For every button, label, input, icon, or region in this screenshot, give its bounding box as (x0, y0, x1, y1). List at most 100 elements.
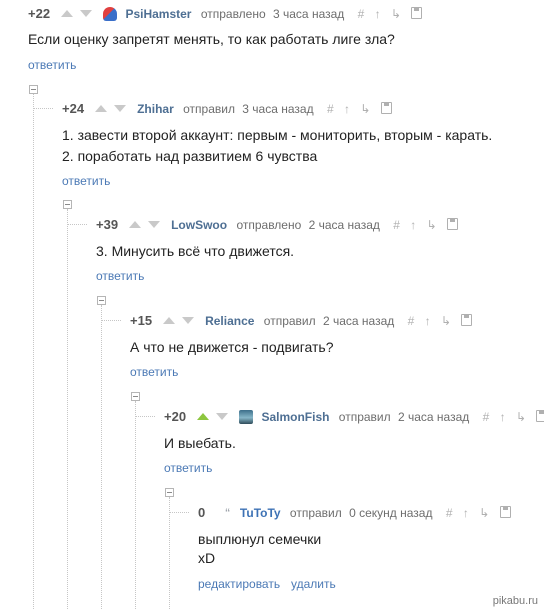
reply-branch-icon[interactable]: ↳ (479, 504, 489, 522)
reply-link[interactable]: ответить (130, 365, 178, 379)
thread-line (169, 512, 189, 513)
comment-time[interactable]: 3 часа назад (242, 100, 313, 118)
comment-text: Если оценку запретят менять, то как рабо… (28, 31, 395, 47)
site-watermark: pikabu.ru (492, 595, 538, 607)
comment-text: И выебать. (164, 435, 236, 451)
parent-arrow-icon[interactable]: ↑ (344, 100, 350, 118)
comment-verb: отправлено (236, 217, 302, 232)
comment-time[interactable]: 2 часа назад (398, 408, 469, 426)
delete-link[interactable]: удалить (291, 577, 336, 591)
edit-link[interactable]: редактировать (198, 577, 280, 591)
permalink-hash-icon[interactable]: # (358, 5, 365, 23)
reply-link[interactable]: ответить (164, 461, 212, 475)
comment-header: +15 Reliance отправил 2 часа назад # ↑ ↳ (130, 311, 479, 329)
permalink-hash-icon[interactable]: # (483, 408, 490, 426)
parent-arrow-icon[interactable]: ↑ (425, 312, 431, 330)
comment-rating: 0 (198, 504, 206, 520)
quote-avatar-icon: “ (225, 504, 230, 521)
collapse-thread-button[interactable] (63, 200, 72, 209)
save-icon[interactable] (411, 6, 423, 19)
permalink-hash-icon[interactable]: # (393, 216, 400, 234)
comment-verb: отправил (183, 101, 235, 116)
comment-text: выплюнул семечки (198, 531, 322, 547)
parent-arrow-icon[interactable]: ↑ (375, 5, 381, 23)
comment-text: xD (198, 550, 216, 566)
comment-tools: # ↑ ↳ (393, 216, 465, 234)
comment-author[interactable]: TuToTy (240, 504, 281, 522)
thread-line (33, 108, 53, 109)
comment-verb: отправил (289, 505, 342, 520)
comment-text: 2. поработать над развитием 6 чувства (62, 148, 318, 164)
reply-branch-icon[interactable]: ↳ (516, 408, 526, 426)
comment-tools: # ↑ ↳ (327, 100, 399, 118)
save-icon[interactable] (461, 313, 473, 326)
comment-header: +22 PsiHamster отправлено 3 часа назад #… (28, 4, 429, 22)
upvote-icon[interactable] (61, 10, 74, 18)
comment-rating: +39 (96, 216, 119, 232)
collapse-thread-button[interactable] (165, 488, 174, 497)
comment-tools: # ↑ ↳ (358, 5, 430, 23)
thread-line (67, 224, 87, 225)
reply-link[interactable]: ответить (62, 174, 110, 188)
thread-line (169, 497, 170, 609)
comment-time[interactable]: 2 часа назад (323, 312, 394, 330)
permalink-hash-icon[interactable]: # (446, 504, 453, 522)
comment-rating: +20 (164, 408, 187, 424)
thread-line (135, 401, 136, 609)
comment-author[interactable]: SalmonFish (261, 408, 329, 426)
comment-text: 3. Минусить всё что движется. (96, 243, 295, 259)
collapse-thread-button[interactable] (131, 392, 140, 401)
thread-line (135, 416, 155, 417)
reply-link[interactable]: ответить (96, 269, 144, 283)
comment-author[interactable]: Reliance (205, 312, 254, 330)
comment-time[interactable]: 3 часа назад (273, 5, 344, 23)
thread-line (33, 94, 34, 609)
save-icon[interactable] (499, 505, 511, 518)
comment-header: 0 “ TuToTy отправил 0 секунд назад # ↑ ↳ (198, 503, 518, 521)
comment-verb: отправлено (200, 6, 266, 21)
parent-arrow-icon[interactable]: ↑ (463, 504, 469, 522)
comment-author[interactable]: Zhihar (137, 100, 174, 118)
downvote-icon[interactable] (113, 105, 126, 113)
upvote-icon[interactable] (129, 221, 142, 229)
reply-link[interactable]: ответить (28, 58, 76, 72)
comment-header: +24 Zhihar отправил 3 часа назад # ↑ ↳ (62, 99, 399, 117)
downvote-icon[interactable] (147, 221, 160, 229)
thread-line (101, 305, 102, 609)
upvote-icon[interactable] (95, 105, 108, 113)
unicorn-avatar-icon (103, 6, 118, 21)
fish-avatar-icon (239, 409, 254, 424)
save-icon[interactable] (447, 217, 459, 230)
comment-time[interactable]: 2 часа назад (309, 216, 380, 234)
comment-rating: +22 (28, 5, 51, 21)
collapse-thread-button[interactable] (97, 296, 106, 305)
comment-tools: # ↑ ↳ (446, 504, 518, 522)
reply-branch-icon[interactable]: ↳ (360, 100, 370, 118)
comment-author[interactable]: LowSwoo (171, 216, 227, 234)
thread-line (101, 320, 121, 321)
downvote-icon[interactable] (79, 10, 92, 18)
upvote-icon[interactable] (163, 317, 176, 325)
save-icon[interactable] (536, 409, 544, 422)
downvote-icon[interactable] (215, 413, 228, 421)
upvote-icon[interactable] (197, 413, 210, 421)
reply-branch-icon[interactable]: ↳ (391, 5, 401, 23)
comment-author[interactable]: PsiHamster (125, 5, 191, 23)
parent-arrow-icon[interactable]: ↑ (410, 216, 416, 234)
comment-verb: отправил (263, 313, 316, 328)
comment-time[interactable]: 0 секунд назад (349, 504, 432, 522)
reply-branch-icon[interactable]: ↳ (441, 312, 451, 330)
comment-tools: # ↑ ↳ (483, 408, 544, 426)
comment-header: +39 LowSwoo отправлено 2 часа назад # ↑ … (96, 215, 465, 233)
permalink-hash-icon[interactable]: # (408, 312, 415, 330)
comment-rating: +15 (130, 312, 153, 328)
collapse-thread-button[interactable] (29, 85, 38, 94)
downvote-icon[interactable] (181, 317, 194, 325)
parent-arrow-icon[interactable]: ↑ (500, 408, 506, 426)
comment-text: А что не движется - подвигать? (130, 339, 334, 355)
reply-branch-icon[interactable]: ↳ (427, 216, 437, 234)
comment-rating: +24 (62, 100, 85, 116)
permalink-hash-icon[interactable]: # (327, 100, 334, 118)
save-icon[interactable] (380, 101, 392, 114)
comment-tools: # ↑ ↳ (408, 312, 480, 330)
